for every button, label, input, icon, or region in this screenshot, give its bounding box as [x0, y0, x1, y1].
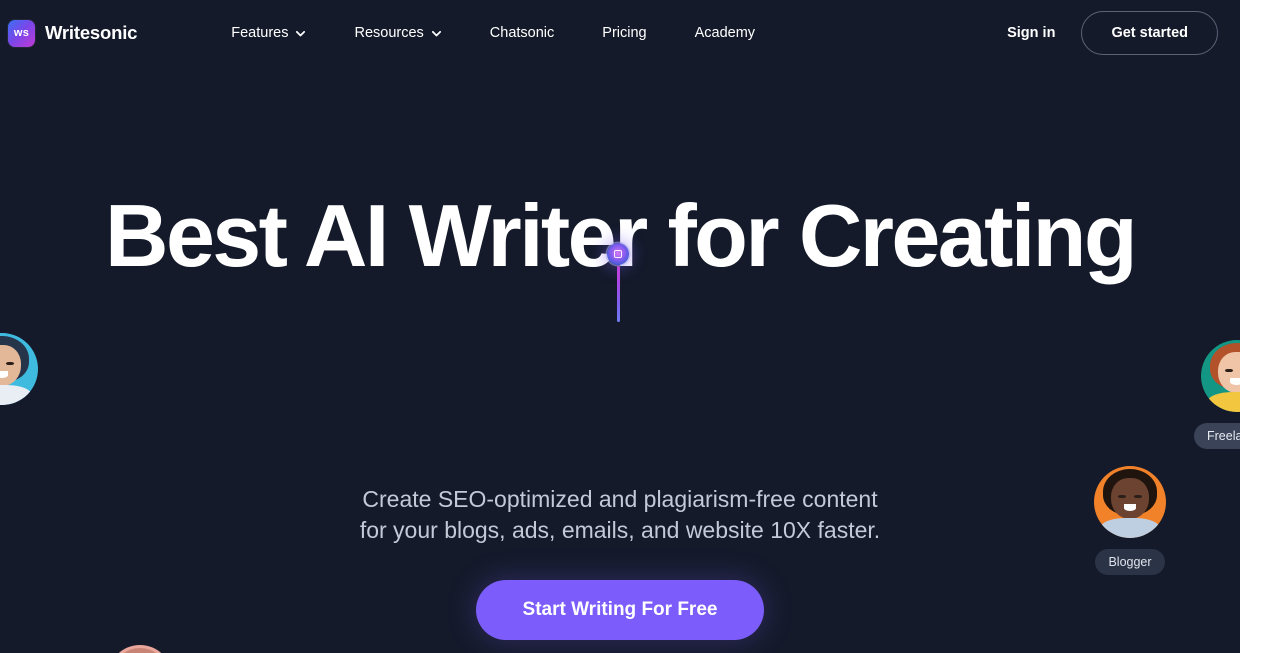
browser-viewport: ws Writesonic Features Resources Chatson…: [0, 0, 1270, 653]
hero-subtitle: Create SEO-optimized and plagiarism-free…: [360, 484, 880, 547]
nav-item-resources[interactable]: Resources: [330, 17, 465, 49]
ai-cursor-trail: [616, 266, 620, 322]
primary-nav: Features Resources Chatsonic Pricing Aca…: [207, 17, 779, 49]
nav-item-features[interactable]: Features: [207, 17, 330, 49]
chevron-down-icon: [295, 28, 306, 39]
sign-in-link[interactable]: Sign in: [1007, 25, 1055, 41]
page-right-gutter: [1240, 0, 1270, 653]
start-writing-for-free-button[interactable]: Start Writing For Free: [475, 579, 765, 640]
nav-item-chatsonic[interactable]: Chatsonic: [466, 17, 578, 49]
hero-section: Best AI Writer for Creating Create SEO-o…: [0, 66, 1240, 653]
brand-mark-text: ws: [13, 26, 30, 39]
brand-name: Writesonic: [45, 22, 138, 43]
avatar: [1094, 466, 1166, 538]
persona-left-offscreen: r: [0, 333, 38, 442]
persona-label: Freelancer: [1194, 423, 1240, 449]
avatar-face-icon: [0, 333, 38, 405]
hero-subtitle-line-1: Create SEO-optimized and plagiarism-free…: [362, 485, 878, 512]
nav-item-label: Academy: [694, 25, 756, 41]
avatar-face-icon: [108, 645, 172, 653]
avatar-face-icon: [1094, 466, 1166, 538]
persona-freelancer: Freelancer: [1194, 340, 1240, 449]
persona-label: Blogger: [1095, 549, 1165, 575]
ai-cursor-orb-icon: [607, 243, 629, 265]
nav-actions: Sign in Get started: [1007, 11, 1218, 55]
page-root: ws Writesonic Features Resources Chatson…: [0, 0, 1240, 653]
persona-blogger: Blogger: [1094, 466, 1166, 575]
hero-subtitle-line-2: for your blogs, ads, emails, and website…: [359, 517, 881, 544]
ai-cursor-glyph-icon: [614, 250, 622, 258]
writesonic-logo-icon: ws: [8, 19, 39, 47]
site-navbar: ws Writesonic Features Resources Chatson…: [0, 0, 1240, 66]
persona-bottom-offscreen: [108, 645, 172, 653]
chevron-down-icon: [431, 28, 442, 39]
nav-item-label: Pricing: [602, 25, 647, 41]
nav-item-label: Chatsonic: [489, 25, 555, 41]
get-started-button[interactable]: Get started: [1081, 11, 1218, 55]
nav-item-label: Features: [231, 25, 289, 41]
ai-cursor-indicator: [607, 243, 629, 322]
avatar: [1200, 340, 1240, 412]
avatar: [0, 333, 38, 405]
nav-item-academy[interactable]: Academy: [671, 17, 779, 49]
nav-item-label: Resources: [354, 25, 424, 41]
avatar-face-icon: [1201, 340, 1240, 412]
avatar: [108, 645, 172, 653]
brand-logo[interactable]: ws Writesonic: [8, 19, 138, 47]
nav-item-pricing[interactable]: Pricing: [578, 17, 670, 49]
